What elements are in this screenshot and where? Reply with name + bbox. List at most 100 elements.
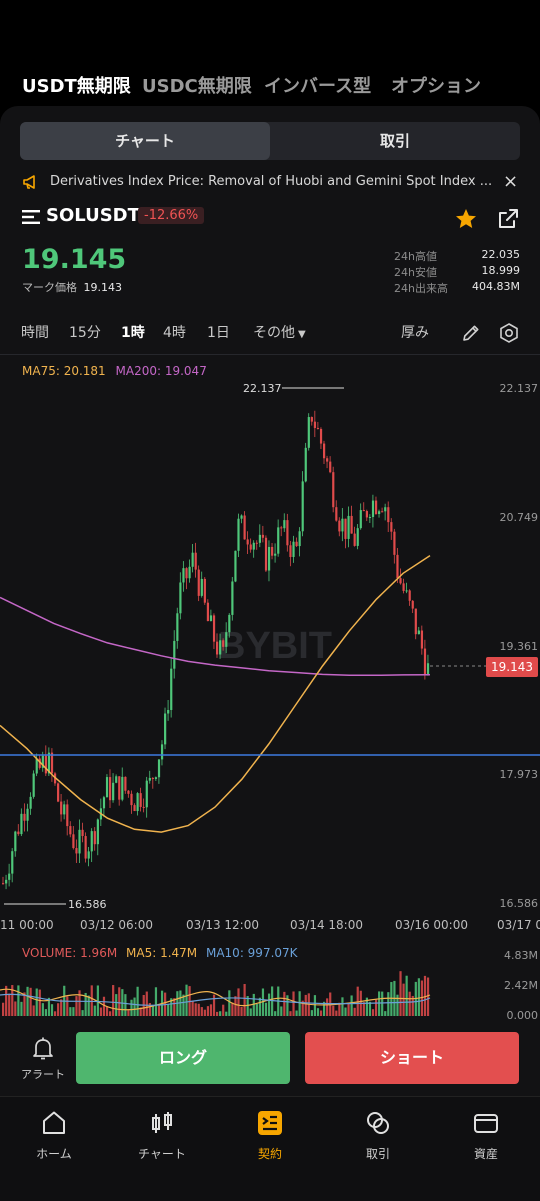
candle-body — [264, 537, 268, 571]
price-chart[interactable]: BYBIT 22.137 16.586 — [0, 380, 540, 920]
nav-home-label: ホーム — [36, 1147, 72, 1161]
candle-body — [105, 777, 109, 798]
candle-body — [17, 831, 20, 835]
tab-options[interactable]: オプション — [391, 72, 481, 98]
candle-body — [359, 510, 362, 529]
depth-button[interactable]: 厚み — [401, 322, 429, 342]
volume-bar — [191, 1000, 194, 1016]
candle-body — [32, 773, 35, 797]
candle-body — [216, 641, 219, 655]
candle-body — [203, 578, 206, 603]
nav-home[interactable]: ホーム — [0, 1097, 108, 1177]
volume-bar — [234, 996, 237, 1016]
volume-bar — [112, 985, 115, 1016]
interval-more-label: その他 — [253, 325, 295, 341]
volume-bar — [69, 1007, 72, 1016]
mark-price-label: マーク価格 — [22, 281, 77, 294]
volume-legend: VOLUME: 1.96M MA5: 1.47M MA10: 997.07K — [22, 946, 298, 960]
volume-bar — [304, 994, 307, 1016]
candle-body — [298, 531, 301, 547]
nav-contract[interactable]: 契約 — [216, 1097, 324, 1177]
candle-body — [271, 546, 274, 556]
candle-body — [384, 507, 387, 512]
candle-body — [11, 851, 14, 874]
candle-body — [292, 541, 295, 557]
candle-body — [258, 534, 261, 543]
candle-body — [93, 831, 96, 845]
watermark-logo: BYBIT — [218, 625, 332, 667]
nav-exchange[interactable]: 取引 — [324, 1097, 432, 1177]
candle-body — [243, 515, 246, 540]
high-value: 22.035 — [481, 248, 521, 261]
volume-bar — [417, 978, 420, 1016]
nav-chart[interactable]: チャート — [108, 1097, 216, 1177]
pencil-icon[interactable] — [461, 323, 481, 343]
bell-icon — [33, 1037, 53, 1060]
bottom-nav: ホーム チャート 契約 取引 資産 — [0, 1096, 540, 1201]
interval-time[interactable]: 時間 — [21, 322, 49, 342]
candle-body — [87, 851, 90, 859]
interval-more[interactable]: その他 ▼ — [253, 322, 306, 342]
volume-bar — [237, 988, 240, 1016]
volume-bar — [390, 982, 393, 1016]
chart-divider — [0, 354, 540, 355]
volume-bar — [310, 1010, 313, 1016]
candle-body — [2, 883, 5, 885]
tab-usdc-perpetual[interactable]: USDC無期限 — [142, 72, 252, 98]
candle-body — [26, 808, 29, 821]
x-tick-3: 03/13 12:00 — [186, 918, 259, 932]
volume-bar — [258, 997, 261, 1016]
short-button[interactable]: ショート — [305, 1032, 519, 1084]
volume-bar — [295, 1010, 298, 1016]
volume-bar — [387, 992, 390, 1016]
settings-icon[interactable] — [498, 322, 520, 344]
candle-body — [84, 836, 87, 859]
candlesticks — [2, 410, 430, 890]
candle-body — [381, 511, 384, 513]
candle-body — [350, 515, 353, 534]
interval-1h[interactable]: 1時 — [121, 322, 145, 342]
chart-view-button[interactable]: チャート — [20, 122, 270, 160]
volume-bar — [332, 1005, 335, 1016]
close-icon[interactable]: × — [503, 171, 518, 192]
volume-bar — [228, 990, 231, 1016]
tab-usdt-perpetual[interactable]: USDT無期限 — [22, 72, 131, 98]
candle-body — [164, 713, 167, 745]
candle-body — [347, 515, 350, 539]
volume-bar — [133, 997, 136, 1016]
chevron-down-icon: ▼ — [298, 329, 306, 340]
share-icon[interactable] — [496, 207, 520, 231]
announcement-text: Derivatives Index Price: Removal of Huob… — [50, 174, 493, 189]
candle-body — [286, 520, 289, 546]
volume-bar — [350, 995, 353, 1016]
interval-15m[interactable]: 15分 — [69, 322, 101, 342]
interval-4h[interactable]: 4時 — [163, 322, 186, 342]
candle-body — [338, 520, 341, 532]
announcement-bar[interactable]: Derivatives Index Price: Removal of Huob… — [0, 166, 540, 198]
volume-bar — [8, 993, 11, 1016]
interval-1d[interactable]: 1日 — [207, 322, 230, 342]
trade-view-button[interactable]: 取引 — [270, 122, 520, 160]
candle-body — [63, 804, 66, 815]
volume-tick-2: 2.42M — [504, 979, 538, 992]
volume-bar — [203, 1009, 206, 1016]
y-tick-4: 17.973 — [499, 768, 539, 781]
star-icon[interactable] — [454, 207, 478, 231]
last-price: 19.145 — [22, 244, 127, 275]
volume-chart[interactable] — [0, 960, 540, 1020]
long-button[interactable]: ロング — [76, 1032, 290, 1084]
alert-button[interactable]: アラート — [20, 1036, 66, 1082]
contract-menu-icon[interactable] — [22, 208, 40, 226]
symbol-name[interactable]: SOLUSDT — [46, 205, 140, 226]
volume-bar — [105, 1006, 109, 1016]
nav-assets[interactable]: 資産 — [432, 1097, 540, 1177]
volume-bar — [374, 999, 378, 1016]
volume-bar — [378, 991, 381, 1016]
tab-inverse[interactable]: インバース型 — [264, 72, 371, 98]
volume-bar — [93, 1005, 96, 1016]
volume-bar — [72, 1007, 75, 1016]
volume-bar — [267, 993, 271, 1016]
candle-body — [295, 541, 298, 547]
volume-bar — [115, 994, 118, 1016]
candle-body — [29, 796, 32, 809]
